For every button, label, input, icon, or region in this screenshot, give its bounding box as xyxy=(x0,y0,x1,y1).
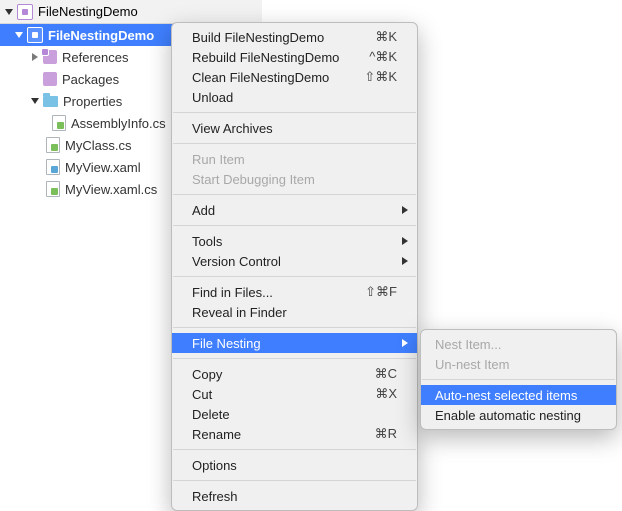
menu-label: Add xyxy=(192,203,397,218)
menu-label: Nest Item... xyxy=(435,337,602,352)
folder-icon xyxy=(43,96,58,107)
shortcut: ⌘C xyxy=(375,366,397,382)
menu-start-debugging: Start Debugging Item xyxy=(172,169,417,189)
project-name: FileNestingDemo xyxy=(48,28,154,43)
chevron-down-icon[interactable] xyxy=(30,96,40,106)
solution-name: FileNestingDemo xyxy=(38,4,138,19)
menu-tools[interactable]: Tools xyxy=(172,231,417,251)
packages-icon xyxy=(43,72,57,86)
menu-label: Tools xyxy=(192,234,397,249)
menu-rename[interactable]: Rename⌘R xyxy=(172,424,417,444)
menu-label: Unload xyxy=(192,90,397,105)
submenu-enable-auto[interactable]: Enable automatic nesting xyxy=(421,405,616,425)
chevron-right-icon xyxy=(402,206,408,214)
solution-row[interactable]: FileNestingDemo xyxy=(0,0,262,24)
menu-separator xyxy=(173,480,416,481)
submenu-nest-item: Nest Item... xyxy=(421,334,616,354)
menu-label: Rename xyxy=(192,427,375,442)
menu-label: Version Control xyxy=(192,254,397,269)
references-icon xyxy=(43,50,57,64)
menu-label: Find in Files... xyxy=(192,285,365,300)
project-icon xyxy=(27,27,43,43)
menu-separator xyxy=(173,112,416,113)
menu-label: Options xyxy=(192,458,397,473)
menu-label: Reveal in Finder xyxy=(192,305,397,320)
menu-separator xyxy=(173,225,416,226)
menu-label: Run Item xyxy=(192,152,397,167)
menu-separator xyxy=(173,194,416,195)
menu-label: Cut xyxy=(192,387,375,402)
chevron-down-icon[interactable] xyxy=(14,30,24,40)
menu-label: Copy xyxy=(192,367,375,382)
properties-label: Properties xyxy=(63,94,122,109)
solution-icon xyxy=(17,4,33,20)
menu-label: Delete xyxy=(192,407,397,422)
menu-separator xyxy=(173,449,416,450)
menu-label: Clean FileNestingDemo xyxy=(192,70,364,85)
csharp-file-icon xyxy=(52,115,66,131)
file-label: MyView.xaml xyxy=(65,160,141,175)
menu-options[interactable]: Options xyxy=(172,455,417,475)
menu-label: Un-nest Item xyxy=(435,357,602,372)
menu-label: View Archives xyxy=(192,121,397,136)
menu-file-nesting[interactable]: File Nesting xyxy=(172,333,417,353)
menu-separator xyxy=(173,143,416,144)
menu-separator xyxy=(422,379,615,380)
shortcut: ^⌘K xyxy=(369,49,397,65)
menu-add[interactable]: Add xyxy=(172,200,417,220)
menu-unload[interactable]: Unload xyxy=(172,87,417,107)
menu-label: Build FileNestingDemo xyxy=(192,30,375,45)
chevron-down-icon[interactable] xyxy=(4,7,14,17)
menu-label: Refresh xyxy=(192,489,397,504)
shortcut: ⇧⌘K xyxy=(364,69,397,85)
file-label: MyView.xaml.cs xyxy=(65,182,157,197)
chevron-right-icon xyxy=(402,257,408,265)
menu-separator xyxy=(173,358,416,359)
menu-reveal-in-finder[interactable]: Reveal in Finder xyxy=(172,302,417,322)
menu-label: Start Debugging Item xyxy=(192,172,397,187)
shortcut: ⌘X xyxy=(375,386,397,402)
menu-build[interactable]: Build FileNestingDemo⌘K xyxy=(172,27,417,47)
menu-label: Rebuild FileNestingDemo xyxy=(192,50,369,65)
xaml-file-icon xyxy=(46,159,60,175)
menu-separator xyxy=(173,276,416,277)
menu-copy[interactable]: Copy⌘C xyxy=(172,364,417,384)
menu-label: Enable automatic nesting xyxy=(435,408,602,423)
chevron-right-icon xyxy=(402,237,408,245)
menu-view-archives[interactable]: View Archives xyxy=(172,118,417,138)
menu-rebuild[interactable]: Rebuild FileNestingDemo^⌘K xyxy=(172,47,417,67)
chevron-right-icon xyxy=(402,339,408,347)
submenu-auto-nest[interactable]: Auto-nest selected items xyxy=(421,385,616,405)
menu-delete[interactable]: Delete xyxy=(172,404,417,424)
menu-version-control[interactable]: Version Control xyxy=(172,251,417,271)
file-label: AssemblyInfo.cs xyxy=(71,116,166,131)
menu-label: File Nesting xyxy=(192,336,397,351)
menu-refresh[interactable]: Refresh xyxy=(172,486,417,506)
context-menu: Build FileNestingDemo⌘K Rebuild FileNest… xyxy=(171,22,418,511)
menu-cut[interactable]: Cut⌘X xyxy=(172,384,417,404)
shortcut: ⇧⌘F xyxy=(365,284,397,300)
submenu-un-nest: Un-nest Item xyxy=(421,354,616,374)
references-label: References xyxy=(62,50,128,65)
menu-separator xyxy=(173,327,416,328)
menu-run-item: Run Item xyxy=(172,149,417,169)
menu-find-in-files[interactable]: Find in Files...⇧⌘F xyxy=(172,282,417,302)
spacer xyxy=(30,74,40,84)
file-label: MyClass.cs xyxy=(65,138,131,153)
csharp-file-icon xyxy=(46,137,60,153)
chevron-right-icon[interactable] xyxy=(30,52,40,62)
shortcut: ⌘K xyxy=(375,29,397,45)
shortcut: ⌘R xyxy=(375,426,397,442)
file-nesting-submenu: Nest Item... Un-nest Item Auto-nest sele… xyxy=(420,329,617,430)
menu-label: Auto-nest selected items xyxy=(435,388,602,403)
csharp-file-icon xyxy=(46,181,60,197)
packages-label: Packages xyxy=(62,72,119,87)
menu-clean[interactable]: Clean FileNestingDemo⇧⌘K xyxy=(172,67,417,87)
